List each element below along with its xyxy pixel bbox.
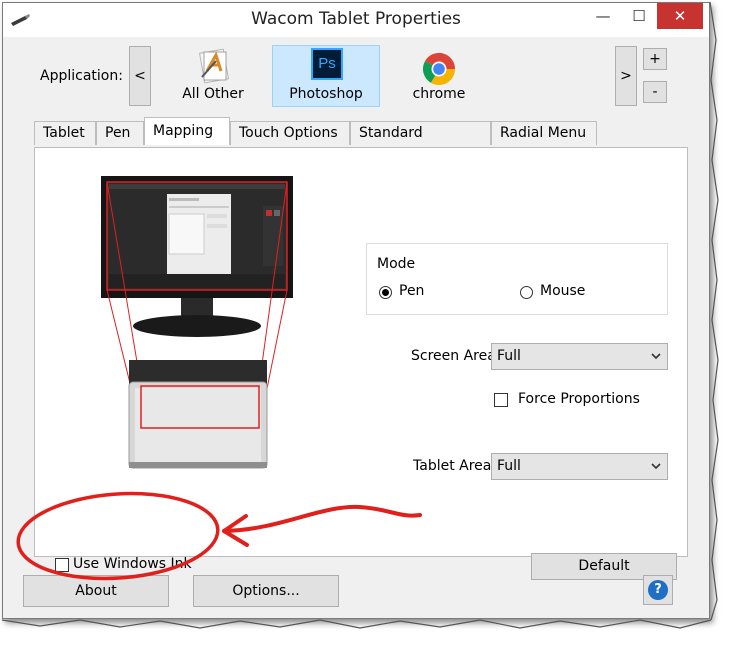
torn-edge-overlay (1, 1, 719, 629)
